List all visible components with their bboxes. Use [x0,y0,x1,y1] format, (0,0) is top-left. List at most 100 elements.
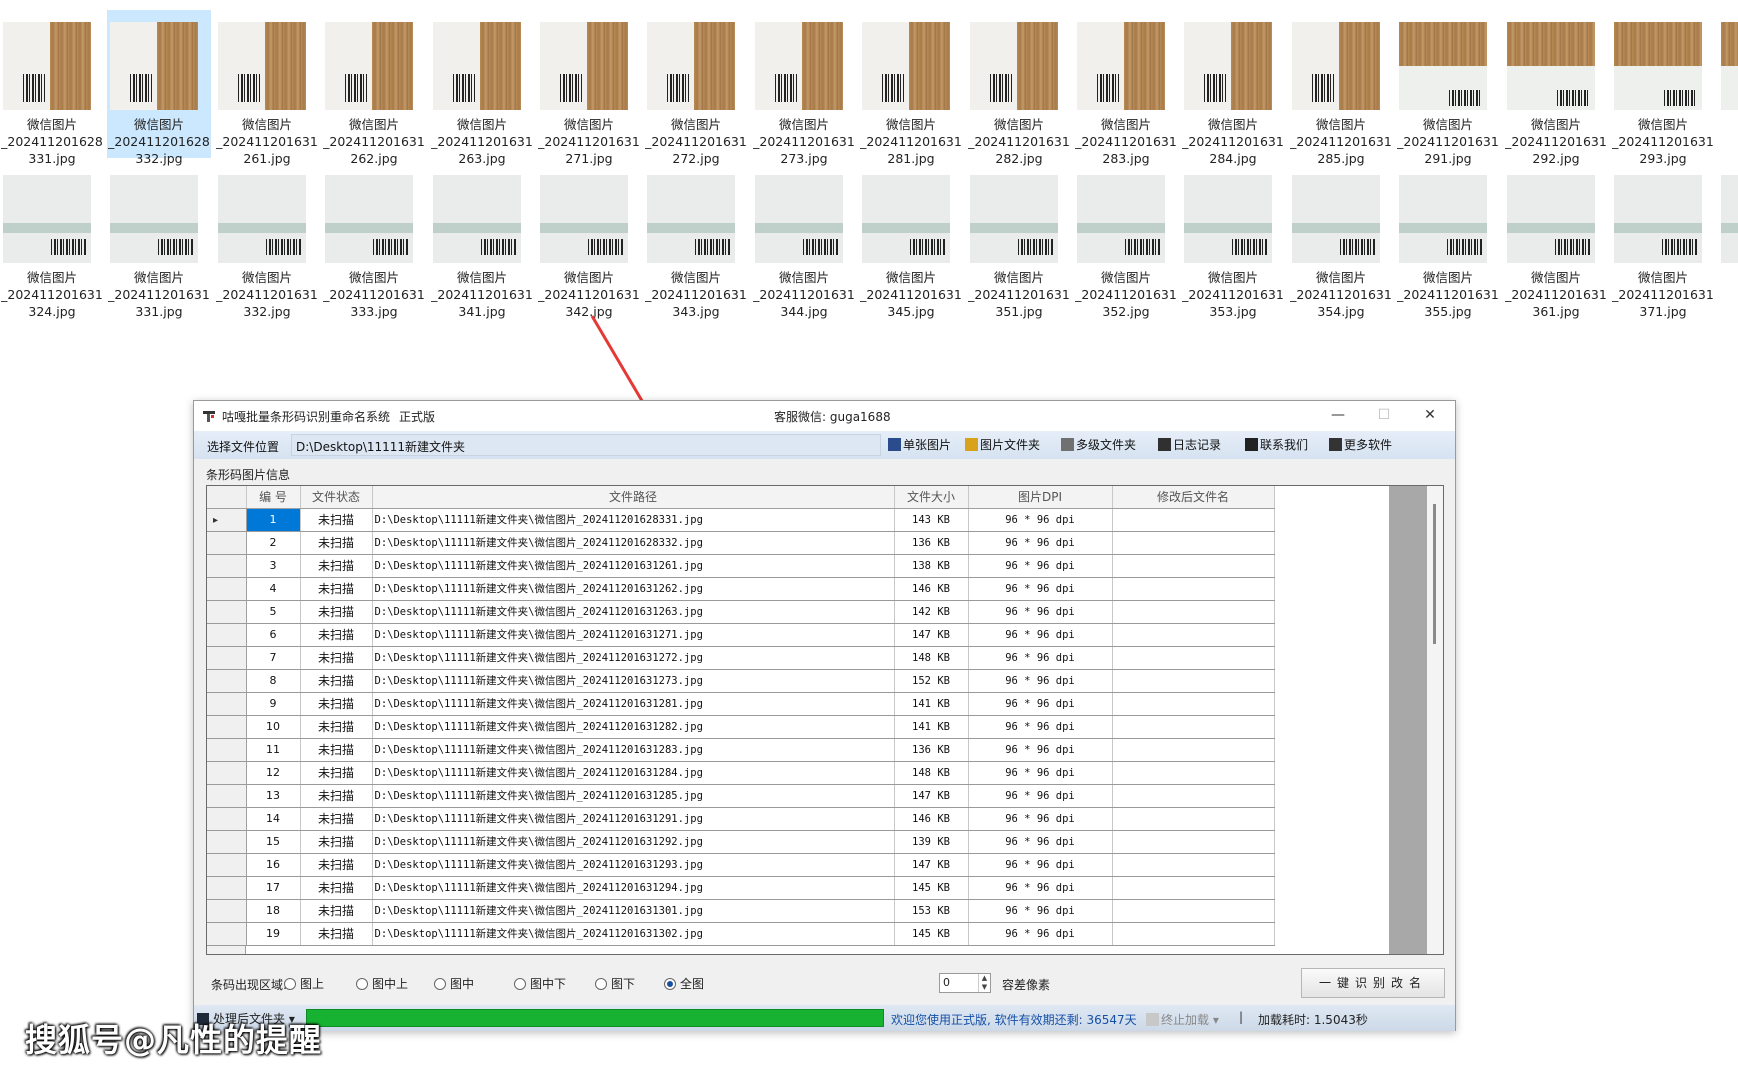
cell-dpi[interactable]: 96 * 96 dpi [968,738,1113,762]
cell-size[interactable]: 145 KB [894,876,969,900]
scrollbar-thumb[interactable] [1433,504,1436,644]
row-header-cell[interactable] [207,784,247,808]
region-radio-1[interactable]: 图中上 [356,975,408,992]
cell-path[interactable]: D:\Desktop\11111新建文件夹\微信图片_2024112016283… [372,508,895,532]
cell-dpi[interactable]: 96 * 96 dpi [968,669,1113,693]
cell-dpi[interactable]: 96 * 96 dpi [968,807,1113,831]
cell-status[interactable]: 未扫描 [300,692,373,716]
toolbar-button-folder-image[interactable]: 图片文件夹 [965,436,1040,454]
cell-newname[interactable] [1112,600,1275,624]
row-header-cell[interactable] [207,899,247,923]
row2-file-13[interactable]: 微信图片 _202411201631 355.jpg [1396,163,1500,319]
cell-size[interactable]: 145 KB [894,922,969,946]
tolerance-spinbox[interactable]: 0 ▲ ▼ [939,973,991,993]
cell-dpi[interactable]: 96 * 96 dpi [968,876,1113,900]
cell-newname[interactable] [1112,554,1275,578]
cell-size[interactable]: 146 KB [894,807,969,831]
cell-no[interactable]: 2 [246,531,301,555]
cell-path[interactable]: D:\Desktop\11111新建文件夹\微信图片_2024112016312… [372,692,895,716]
cell-dpi[interactable]: 96 * 96 dpi [968,853,1113,877]
row1-file-9[interactable]: 微信图片 _202411201631 282.jpg [967,10,1071,166]
row-header-cell[interactable] [207,646,247,670]
row2-file-14[interactable]: 微信图片 _202411201631 361.jpg [1504,163,1608,319]
table-row[interactable]: 2 未扫描 D:\Desktop\11111新建文件夹\微信图片_202411201… [207,531,1275,555]
one-key-rename-button[interactable]: 一键识别改名 [1301,968,1445,998]
cell-no[interactable]: 8 [246,669,301,693]
cell-status[interactable]: 未扫描 [300,922,373,946]
cell-status[interactable]: 未扫描 [300,669,373,693]
cell-path[interactable]: D:\Desktop\11111新建文件夹\微信图片_2024112016283… [372,531,895,555]
cell-newname[interactable] [1112,531,1275,555]
cell-no[interactable]: 13 [246,784,301,808]
toolbar-button-multi-folder[interactable]: 多级文件夹 [1061,436,1136,454]
cell-size[interactable]: 143 KB [894,508,969,532]
cell-no[interactable]: 17 [246,876,301,900]
cell-dpi[interactable]: 96 * 96 dpi [968,600,1113,624]
row1-file-3[interactable]: 微信图片 _202411201631 262.jpg [322,10,426,166]
cell-status[interactable]: 未扫描 [300,807,373,831]
minimize-button[interactable]: — [1315,401,1361,431]
cell-path[interactable]: D:\Desktop\11111新建文件夹\微信图片_2024112016313… [372,899,895,923]
row-header-cell[interactable] [207,922,247,946]
cell-dpi[interactable]: 96 * 96 dpi [968,554,1113,578]
cell-size[interactable]: 153 KB [894,899,969,923]
table-row[interactable]: 19 未扫描 D:\Desktop\11111新建文件夹\微信图片_20241120… [207,922,1275,946]
cell-path[interactable]: D:\Desktop\11111新建文件夹\微信图片_2024112016312… [372,600,895,624]
cell-no[interactable]: 9 [246,692,301,716]
table-row[interactable]: 9 未扫描 D:\Desktop\11111新建文件夹\微信图片_202411201… [207,692,1275,716]
radio-dot-icon[interactable] [514,978,526,990]
cell-size[interactable]: 152 KB [894,669,969,693]
row1-file-11[interactable]: 微信图片 _202411201631 284.jpg [1181,10,1285,166]
table-row[interactable]: 8 未扫描 D:\Desktop\11111新建文件夹\微信图片_202411201… [207,669,1275,693]
cell-no[interactable]: 16 [246,853,301,877]
barcode-image-grid[interactable]: 编 号 文件状态 文件路径 文件大小 图片DPI 修改后文件名 ▸ 1 未扫描 D:\… [206,485,1444,955]
col-header-status[interactable]: 文件状态 [300,486,373,509]
cell-size[interactable]: 142 KB [894,600,969,624]
cell-path[interactable]: D:\Desktop\11111新建文件夹\微信图片_2024112016313… [372,922,895,946]
cell-path[interactable]: D:\Desktop\11111新建文件夹\微信图片_2024112016312… [372,784,895,808]
region-radio-3[interactable]: 图中下 [514,975,566,992]
row1-file-14[interactable]: 微信图片 _202411201631 292.jpg [1504,10,1608,166]
table-row[interactable]: 3 未扫描 D:\Desktop\11111新建文件夹\微信图片_202411201… [207,554,1275,578]
row2-file-16[interactable]: 微_20 [1718,163,1738,311]
cell-path[interactable]: D:\Desktop\11111新建文件夹\微信图片_2024112016312… [372,577,895,601]
row2-file-9[interactable]: 微信图片 _202411201631 351.jpg [967,163,1071,319]
row2-file-11[interactable]: 微信图片 _202411201631 353.jpg [1181,163,1285,319]
cell-no[interactable]: 7 [246,646,301,670]
cell-path[interactable]: D:\Desktop\11111新建文件夹\微信图片_2024112016312… [372,830,895,854]
cell-no[interactable]: 18 [246,899,301,923]
table-row[interactable]: 16 未扫描 D:\Desktop\11111新建文件夹\微信图片_20241120… [207,853,1275,877]
cell-status[interactable]: 未扫描 [300,830,373,854]
row2-file-3[interactable]: 微信图片 _202411201631 333.jpg [322,163,426,319]
region-radio-2[interactable]: 图中 [434,975,474,992]
maximize-button[interactable]: ☐ [1361,401,1407,431]
row1-file-4[interactable]: 微信图片 _202411201631 263.jpg [430,10,534,166]
cell-newname[interactable] [1112,692,1275,716]
row1-file-5[interactable]: 微信图片 _202411201631 271.jpg [537,10,641,166]
table-row[interactable]: 13 未扫描 D:\Desktop\11111新建文件夹\微信图片_20241120… [207,784,1275,808]
row-header-cell[interactable] [207,738,247,762]
row2-file-7[interactable]: 微信图片 _202411201631 344.jpg [752,163,856,319]
cell-path[interactable]: D:\Desktop\11111新建文件夹\微信图片_2024112016312… [372,646,895,670]
cell-size[interactable]: 147 KB [894,623,969,647]
row-header-cell[interactable] [207,600,247,624]
row2-file-6[interactable]: 微信图片 _202411201631 343.jpg [644,163,748,319]
table-row[interactable]: 11 未扫描 D:\Desktop\11111新建文件夹\微信图片_20241120… [207,738,1275,762]
radio-dot-icon[interactable] [595,978,607,990]
table-row[interactable]: 6 未扫描 D:\Desktop\11111新建文件夹\微信图片_202411201… [207,623,1275,647]
cell-path[interactable]: D:\Desktop\11111新建文件夹\微信图片_2024112016312… [372,738,895,762]
cell-status[interactable]: 未扫描 [300,738,373,762]
cell-path[interactable]: D:\Desktop\11111新建文件夹\微信图片_2024112016312… [372,876,895,900]
cell-newname[interactable] [1112,669,1275,693]
cell-dpi[interactable]: 96 * 96 dpi [968,922,1113,946]
close-button[interactable]: ✕ [1407,401,1453,431]
cell-newname[interactable] [1112,738,1275,762]
radio-dot-icon[interactable] [434,978,446,990]
cell-size[interactable]: 138 KB [894,554,969,578]
cell-no[interactable]: 12 [246,761,301,785]
row1-file-7[interactable]: 微信图片 _202411201631 273.jpg [752,10,856,166]
row-header-cell[interactable] [207,577,247,601]
cell-newname[interactable] [1112,508,1275,532]
cell-path[interactable]: D:\Desktop\11111新建文件夹\微信图片_2024112016312… [372,554,895,578]
row2-file-2[interactable]: 微信图片 _202411201631 332.jpg [215,163,319,319]
